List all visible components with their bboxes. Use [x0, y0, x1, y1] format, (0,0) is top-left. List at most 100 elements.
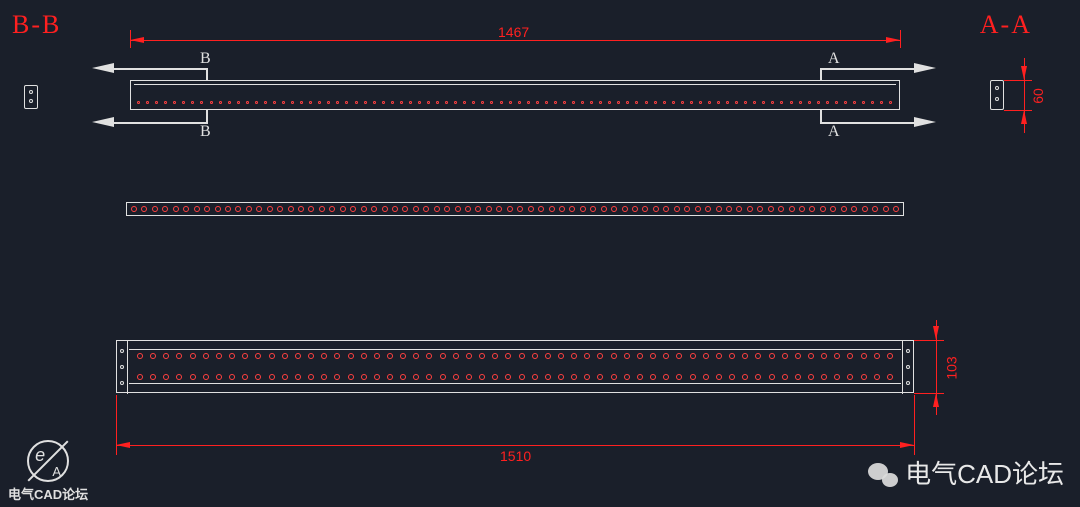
hole-icon [361, 374, 367, 380]
hole-icon [327, 101, 330, 104]
hole-icon [453, 374, 459, 380]
hole-icon [880, 101, 883, 104]
hole-icon [418, 101, 421, 104]
hole-icon [242, 353, 248, 359]
hole-icon [436, 101, 439, 104]
hole-icon [744, 101, 747, 104]
hole-icon [834, 353, 840, 359]
hole-icon [137, 374, 143, 380]
hole-icon [608, 101, 611, 104]
hole-icon [690, 374, 696, 380]
hole-icon [716, 206, 722, 212]
section-cut-line [206, 110, 208, 122]
hole-icon [572, 101, 575, 104]
hole-icon [387, 353, 393, 359]
hole-icon [319, 206, 325, 212]
hole-icon [466, 374, 472, 380]
hole-icon [163, 353, 169, 359]
hole-icon [729, 353, 735, 359]
hole-icon [267, 206, 273, 212]
hole-icon [536, 101, 539, 104]
hole-icon [173, 101, 176, 104]
hole-icon [444, 206, 450, 212]
hole-icon [826, 101, 829, 104]
hole-icon [617, 101, 620, 104]
hole-icon [871, 101, 874, 104]
hole-icon [509, 101, 512, 104]
hole-icon [753, 101, 756, 104]
hole-icon [681, 101, 684, 104]
section-cut-line [820, 110, 822, 122]
hole-icon [684, 206, 690, 212]
hole-icon [554, 101, 557, 104]
hole-icon [862, 101, 865, 104]
hole-icon [210, 101, 213, 104]
section-cut-line [206, 68, 208, 80]
section-cut-arrow [92, 117, 114, 127]
hole-icon [703, 353, 709, 359]
hole-icon [400, 374, 406, 380]
hole-icon [830, 206, 836, 212]
hole-icon [538, 206, 544, 212]
hole-icon [622, 206, 628, 212]
hole-icon [624, 353, 630, 359]
hole-icon [771, 101, 774, 104]
hole-icon [204, 206, 210, 212]
hole-icon [653, 206, 659, 212]
hole-icon [571, 353, 577, 359]
dim-arrow [933, 326, 939, 340]
hole-icon [219, 101, 222, 104]
hole-icon [137, 101, 140, 104]
hole-icon [402, 206, 408, 212]
hole-icon [742, 374, 748, 380]
hole-icon [242, 374, 248, 380]
hole-icon [795, 374, 801, 380]
hole-icon [778, 206, 784, 212]
hole-icon [663, 206, 669, 212]
hole-icon [599, 101, 602, 104]
hole-icon [821, 353, 827, 359]
section-cut-line [820, 68, 822, 80]
hole-icon [769, 374, 775, 380]
hole-icon [336, 101, 339, 104]
hole-icon [650, 374, 656, 380]
hole-icon [334, 353, 340, 359]
hole-icon [364, 101, 367, 104]
hole-icon [716, 353, 722, 359]
hole-icon [782, 353, 788, 359]
hole-icon [545, 101, 548, 104]
hole-icon [340, 206, 346, 212]
hole-icon [736, 206, 742, 212]
hole-icon [190, 374, 196, 380]
hole-icon [676, 353, 682, 359]
hole-icon [246, 101, 249, 104]
hole-icon [277, 206, 283, 212]
hole-icon [475, 206, 481, 212]
hole-icon [255, 353, 261, 359]
hole-icon [887, 353, 893, 359]
hole-icon [216, 353, 222, 359]
hole-icon [663, 374, 669, 380]
hole-icon [597, 353, 603, 359]
hole-icon [590, 101, 593, 104]
hole-icon [225, 206, 231, 212]
hole-icon [601, 206, 607, 212]
dim-ext-line [914, 340, 944, 341]
hole-icon [782, 374, 788, 380]
hole-icon [637, 353, 643, 359]
section-cut-label-b-bot: B [200, 123, 211, 141]
hole-icon [545, 374, 551, 380]
section-view-a-a [990, 80, 1004, 110]
hole-icon [729, 374, 735, 380]
hole-icon [374, 353, 380, 359]
hole-icon [844, 101, 847, 104]
hole-icon [348, 353, 354, 359]
hole-icon [445, 101, 448, 104]
hole-icon [440, 374, 446, 380]
hole-icon [817, 101, 820, 104]
section-label-a-a: A-A [980, 10, 1032, 40]
section-cut-arrow [92, 63, 114, 73]
hole-icon [663, 353, 669, 359]
dim-arrow [1021, 66, 1027, 80]
hole-icon [883, 206, 889, 212]
